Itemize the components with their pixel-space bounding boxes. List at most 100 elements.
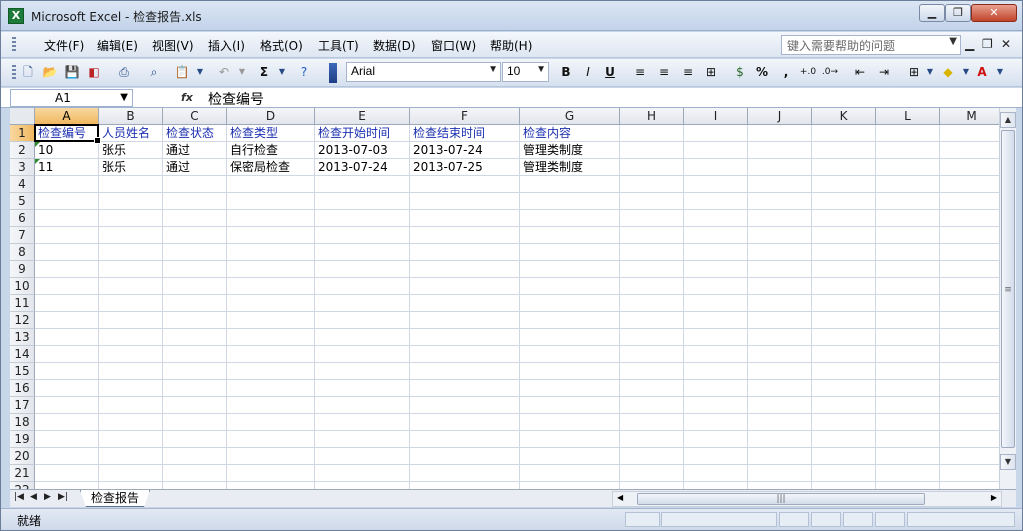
permission-icon[interactable]: ◧	[85, 63, 103, 81]
increase-decimal-icon[interactable]: +.0	[799, 63, 817, 81]
font-size-select[interactable]: 10 ▼	[502, 62, 549, 82]
row-header-4[interactable]: 4	[10, 176, 35, 193]
row-header-15[interactable]: 15	[10, 363, 35, 380]
italic-button[interactable]: I	[579, 63, 597, 81]
table-cell[interactable]: 2013-07-24	[410, 142, 520, 159]
table-cell[interactable]: 2013-07-25	[410, 159, 520, 176]
undo-dropdown-icon[interactable]: ▼	[233, 63, 251, 81]
scroll-down-icon[interactable]: ▼	[1000, 454, 1016, 470]
first-sheet-icon[interactable]: |◀	[14, 492, 24, 502]
align-center-icon[interactable]: ≡	[655, 63, 673, 81]
row-header-21[interactable]: 21	[10, 465, 35, 482]
scroll-left-icon[interactable]: ◀	[617, 493, 623, 502]
spreadsheet-grid[interactable]: A B C D E F G H I J K L M 1 2 3 4 5 6 7 8 9 10 11 12 13 14 15 16 17 18…	[10, 108, 999, 489]
table-cell[interactable]: 保密局检查	[227, 159, 315, 176]
print-icon[interactable]: ⎙	[115, 63, 133, 81]
row-header-22[interactable]: 22	[10, 482, 35, 489]
table-cell[interactable]: 通过	[163, 142, 227, 159]
toolbar-grip[interactable]	[12, 65, 16, 81]
table-cell[interactable]: 管理类制度	[520, 142, 620, 159]
menu-insert[interactable]: 插入(I)	[208, 37, 245, 54]
menu-window[interactable]: 窗口(W)	[431, 37, 476, 54]
insert-function-icon[interactable]: fx	[181, 91, 193, 104]
menu-edit[interactable]: 编辑(E)	[97, 37, 138, 54]
doc-minimize-icon[interactable]: ▁	[965, 37, 974, 51]
new-icon[interactable]: 🗋	[19, 63, 37, 81]
toolbar-options-icon[interactable]	[329, 63, 337, 83]
horizontal-scrollbar[interactable]: ◀ ||| ▶	[612, 491, 1002, 507]
row-header-6[interactable]: 6	[10, 210, 35, 227]
last-sheet-icon[interactable]: ▶|	[58, 492, 68, 502]
undo-icon[interactable]: ↶	[215, 63, 233, 81]
row-header-7[interactable]: 7	[10, 227, 35, 244]
row-header-5[interactable]: 5	[10, 193, 35, 210]
table-cell[interactable]: 张乐	[99, 142, 163, 159]
font-color-icon[interactable]: A	[973, 63, 991, 81]
column-header-l[interactable]: L	[876, 108, 940, 125]
bold-button[interactable]: B	[557, 63, 575, 81]
borders-dropdown-icon[interactable]: ▼	[921, 63, 939, 81]
column-header-a[interactable]: A	[35, 108, 99, 125]
merge-center-icon[interactable]: ⊞	[702, 63, 720, 81]
fill-color-icon[interactable]: ◆	[939, 63, 957, 81]
row-header-18[interactable]: 18	[10, 414, 35, 431]
table-header-cell[interactable]: 人员姓名	[99, 125, 163, 142]
row-header-8[interactable]: 8	[10, 244, 35, 261]
row-header-11[interactable]: 11	[10, 295, 35, 312]
font-color-dropdown-icon[interactable]: ▼	[991, 63, 1009, 81]
column-header-j[interactable]: J	[748, 108, 812, 125]
menu-help[interactable]: 帮助(H)	[490, 37, 532, 54]
comma-button[interactable]: ,	[777, 63, 795, 81]
table-header-cell[interactable]: 检查开始时间	[315, 125, 410, 142]
name-box[interactable]: A1 ▼	[10, 89, 133, 107]
menu-data[interactable]: 数据(D)	[373, 37, 416, 54]
decrease-indent-icon[interactable]: ⇤	[851, 63, 869, 81]
decrease-decimal-icon[interactable]: .0→	[821, 63, 839, 81]
row-header-12[interactable]: 12	[10, 312, 35, 329]
menu-file[interactable]: 文件(F)	[44, 37, 84, 54]
doc-restore-icon[interactable]: ❐	[982, 37, 993, 51]
row-header-20[interactable]: 20	[10, 448, 35, 465]
row-header-1[interactable]: 1	[10, 125, 35, 142]
align-right-icon[interactable]: ≡	[679, 63, 697, 81]
font-name-select[interactable]: Arial ▼	[346, 62, 501, 82]
excel-icon[interactable]: X	[8, 8, 24, 24]
help-icon[interactable]: ?	[295, 63, 313, 81]
table-cell[interactable]: 通过	[163, 159, 227, 176]
save-icon[interactable]: 💾	[63, 63, 81, 81]
table-header-cell[interactable]: 检查状态	[163, 125, 227, 142]
table-header-cell[interactable]: 检查内容	[520, 125, 620, 142]
column-header-b[interactable]: B	[99, 108, 163, 125]
vertical-scroll-thumb[interactable]: ≡	[1001, 130, 1015, 448]
horizontal-scroll-thumb[interactable]: |||	[637, 493, 925, 505]
paste-dropdown-icon[interactable]: ▼	[191, 63, 209, 81]
column-header-c[interactable]: C	[163, 108, 227, 125]
column-header-k[interactable]: K	[812, 108, 876, 125]
underline-button[interactable]: U	[601, 63, 619, 81]
column-header-g[interactable]: G	[520, 108, 620, 125]
row-header-2[interactable]: 2	[10, 142, 35, 159]
chevron-down-icon[interactable]: ▼	[949, 36, 957, 47]
row-header-19[interactable]: 19	[10, 431, 35, 448]
minimize-button[interactable]: ▁	[919, 4, 945, 22]
table-header-cell[interactable]: 检查结束时间	[410, 125, 520, 142]
row-header-17[interactable]: 17	[10, 397, 35, 414]
prev-sheet-icon[interactable]: ◀	[30, 492, 37, 502]
select-all-corner[interactable]	[10, 108, 35, 125]
table-cell[interactable]: 自行检查	[227, 142, 315, 159]
row-header-14[interactable]: 14	[10, 346, 35, 363]
increase-indent-icon[interactable]: ⇥	[875, 63, 893, 81]
row-header-13[interactable]: 13	[10, 329, 35, 346]
column-header-h[interactable]: H	[620, 108, 684, 125]
chevron-down-icon[interactable]: ▼	[488, 64, 498, 75]
scroll-up-icon[interactable]: ▲	[1000, 112, 1016, 128]
menu-grip[interactable]	[12, 37, 16, 53]
research-icon[interactable]: ⌕	[145, 63, 163, 81]
vertical-scrollbar[interactable]: ▲ ≡ ▼	[999, 108, 1016, 489]
table-cell[interactable]: 10	[35, 142, 99, 159]
column-header-m[interactable]: M	[940, 108, 999, 125]
percent-button[interactable]: %	[753, 63, 771, 81]
next-sheet-icon[interactable]: ▶	[44, 492, 51, 502]
column-header-f[interactable]: F	[410, 108, 520, 125]
help-search-input[interactable]: 键入需要帮助的问题 ▼	[781, 35, 961, 55]
